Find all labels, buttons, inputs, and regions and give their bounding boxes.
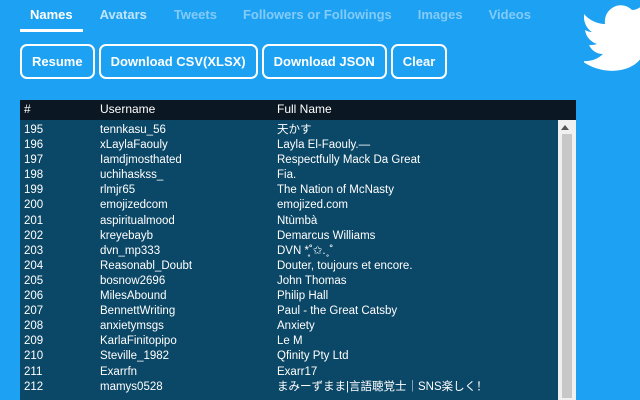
cell-full-name: Respectfully Mack Da Great [277,154,421,167]
cell-username: MilesAbound [100,290,167,303]
cell-username: Reasonabl_Doubt [100,259,193,272]
cell-full-name: Paul - the Great Catsby [277,305,398,318]
table-row[interactable]: 195 tennkasu_56 天かす [20,123,558,138]
cell-full-name: John Thomas [277,274,347,287]
cell-full-name: Exarr17 [277,365,318,378]
cell-username: xLaylaFaouly [100,139,168,152]
cell-username: Exarrfn [100,365,138,378]
table-row[interactable]: 211 Exarrfn Exarr17 [20,365,558,380]
table-body[interactable]: 195 tennkasu_56 天かす 196 xLaylaFaouly Layla El… [20,120,558,400]
cell-username: emojizedcom [100,199,168,212]
vertical-scrollbar[interactable] [558,120,576,400]
table-row[interactable]: 206 MilesAbound Philip Hall [20,289,558,304]
clear-button[interactable]: Clear [390,44,448,79]
header-num: # [24,102,31,116]
cell-full-name: Douter, toujours et encore. [277,259,413,272]
cell-full-name: Qfinity Pty Ltd [277,350,349,363]
table-row[interactable]: 212 mamys0528 まみーずまま|言語聴覚士｜SNS楽しく！ [20,380,558,395]
table-row[interactable]: 207 BennettWriting Paul - the Great Catsby [20,304,558,319]
cell-num: 202 [24,229,44,242]
cell-username: tennkasu_56 [100,124,166,136]
cell-full-name: Ntùmbà [277,214,318,227]
scroll-up-arrow-icon[interactable] [561,125,569,130]
cell-num: 207 [24,305,44,318]
download-csv-button[interactable]: Download CSV(XLSX) [98,44,258,79]
cell-username: rlmjr65 [100,184,136,197]
tab-videos[interactable]: Videos [489,0,531,32]
cell-username: dvn_mp333 [100,244,161,257]
table-row[interactable]: 209 KarlaFinitopipo Le M [20,334,558,349]
cell-num: 209 [24,335,44,348]
cell-username: Steville_1982 [100,350,170,363]
header-full-name: Full Name [277,102,332,116]
table-row[interactable]: 210 Steville_1982 Qfinity Pty Ltd [20,349,558,364]
cell-full-name: 天かす [277,124,312,136]
cell-username: uchihaskss_ [100,169,164,182]
cell-full-name: Le M [277,335,303,348]
cell-num: 206 [24,290,44,303]
table-row[interactable]: 201 aspiritualmood Ntùmbà [20,214,558,229]
table-row[interactable]: 202 kreyebayb Demarcus Williams [20,229,558,244]
cell-full-name: Layla El-Faouly.— [277,139,371,152]
table-row[interactable]: 204 Reasonabl_Doubt Douter, toujours et en… [20,259,558,274]
header-username: Username [100,102,156,116]
cell-full-name: Demarcus Williams [277,229,376,242]
cell-num: 210 [24,350,44,363]
table-row[interactable]: 208 anxietymsgs Anxiety [20,319,558,334]
cell-username: mamys0528 [100,380,163,393]
table-row[interactable]: 197 Iamdjmosthated Respectfully Mack Da Gr… [20,153,558,168]
names-table: # Username Full Name 195 tennkasu_56 天かす 19… [20,100,576,400]
cell-username: BennettWriting [100,305,176,318]
tab-avatars[interactable]: Avatars [100,0,147,32]
cell-username: KarlaFinitopipo [100,335,177,348]
cell-username: anxietymsgs [100,320,164,333]
tab-tweets[interactable]: Tweets [174,0,217,32]
tab-images[interactable]: Images [418,0,463,32]
twitter-bird-icon [584,5,640,71]
table-row[interactable]: 205 bosnow2696 John Thomas [20,274,558,289]
cell-num: 198 [24,169,44,182]
cell-num: 197 [24,154,44,167]
table-row[interactable]: 203 dvn_mp333 DVN *̥˚✩.˳˚ [20,244,558,259]
action-bar: Resume Download CSV(XLSX) Download JSON … [20,44,448,79]
cell-num: 205 [24,274,44,287]
cell-num: 212 [24,380,44,393]
table-row[interactable]: 199 rlmjr65 The Nation of McNasty [20,183,558,198]
cell-username: Iamdjmosthated [100,154,182,167]
cell-num: 199 [24,184,44,197]
table-row[interactable]: 196 xLaylaFaouly Layla El-Faouly.— [20,138,558,153]
resume-button[interactable]: Resume [20,44,95,79]
cell-full-name: emojized.com [277,199,348,212]
cell-num: 203 [24,244,44,257]
tab-followers-or-followings[interactable]: Followers or Followings [243,0,392,32]
table-header: # Username Full Name [20,100,576,120]
cell-num: 200 [24,199,44,212]
cell-full-name: The Nation of McNasty [277,184,394,197]
cell-full-name: DVN *̥˚✩.˳˚ [277,244,334,257]
table-row[interactable]: 200 emojizedcom emojized.com [20,198,558,213]
scroll-thumb[interactable] [562,134,572,398]
cell-full-name: Fia. [277,169,297,182]
cell-username: bosnow2696 [100,274,166,287]
tab-names[interactable]: Names [20,0,83,32]
cell-num: 211 [24,365,43,378]
cell-num: 196 [24,139,44,152]
cell-num: 204 [24,259,44,272]
cell-num: 195 [24,124,44,136]
download-json-button[interactable]: Download JSON [261,44,387,79]
cell-username: aspiritualmood [100,214,175,227]
cell-num: 208 [24,320,44,333]
cell-full-name: まみーずまま|言語聴覚士｜SNS楽しく！ [277,380,488,393]
cell-num: 201 [24,214,44,227]
cell-full-name: Philip Hall [277,290,329,303]
cell-full-name: Anxiety [277,320,315,333]
tab-bar: Names Avatars Tweets Followers or Follow… [20,0,531,32]
table-row[interactable]: 198 uchihaskss_ Fia. [20,168,558,183]
cell-username: kreyebayb [100,229,154,242]
